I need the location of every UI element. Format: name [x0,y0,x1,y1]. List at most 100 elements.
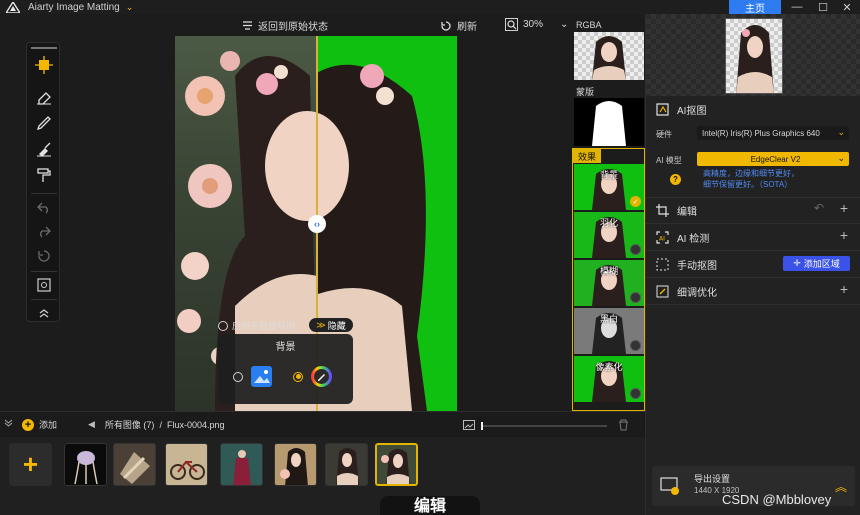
model-chevron-down-icon: ⌄ [837,153,845,163]
manual-select-icon [656,258,669,271]
refine-add-icon[interactable]: + [840,281,848,297]
reset-button[interactable]: 返回到原始状态 [242,18,328,33]
gallery-thumb[interactable] [325,443,368,486]
refresh-label: 刷新 [457,22,477,33]
effect-feather[interactable]: 羽化 [574,212,644,258]
app-logo-icon [6,1,20,13]
help-icon[interactable]: ? [670,174,681,185]
collapse-gallery-icon[interactable] [4,418,13,427]
rgba-thumbnail[interactable] [574,32,644,80]
effect-background[interactable]: 背景 ✓ [574,164,644,210]
batch-export-option[interactable]: 应用于批量导出 [218,319,295,332]
edit-section[interactable]: 编辑 [656,203,697,218]
edit-undo-icon[interactable]: ↶ [814,201,824,215]
brush-tool-icon[interactable] [34,113,54,133]
edit-add-icon[interactable]: + [840,200,848,216]
svg-text:AI: AI [659,236,665,243]
mask-thumbnail[interactable] [574,98,644,146]
result-thumbnail[interactable] [725,18,783,94]
zoom-chevron-icon[interactable]: ⌄ [560,19,568,30]
right-panel: AI抠图 硬件 Intel(R) Iris(R) Plus Graphics 6… [645,14,860,515]
refine-section[interactable]: 细调优化 [656,284,717,299]
model-description-line2: 细节保留更好。（SOTA） [703,180,793,189]
breadcrumb: ◀ 所有图像 (7) / Flux-0004.png [88,418,225,431]
hide-button[interactable]: ≫ 隐藏 [309,318,353,332]
gallery-thumb[interactable] [165,443,208,486]
effect-pixelate[interactable]: 像素化 [574,356,644,402]
effect-pixelate-radio[interactable] [630,388,641,399]
edit-label: 编辑 [677,207,697,218]
zoom-control[interactable]: 30% ⌄ [505,18,568,31]
result-preview-area [646,14,860,96]
breadcrumb-all-images[interactable]: 所有图像 (7) [105,418,155,431]
gallery-thumb[interactable] [220,443,263,486]
image-size-icon [463,420,475,430]
effect-bw-radio[interactable] [630,340,641,351]
edit-tab[interactable]: 编辑 [380,496,480,515]
refine-icon [656,285,669,298]
add-image-tile[interactable]: + [9,443,52,486]
eraser-tool-icon[interactable] [34,87,54,107]
compare-handle-icon[interactable]: ‹› [308,215,326,233]
reset-tool-icon[interactable] [34,246,54,266]
effect-feather-label: 羽化 [599,218,618,228]
add-region-button[interactable]: ✛ 添加区域 [783,256,850,271]
add-region-label: 添加区域 [803,259,840,269]
ai-matting-section: AI抠图 [656,102,706,117]
gallery-thumb[interactable] [274,443,317,486]
model-select[interactable]: EdgeClear V2 ⌄ [697,152,849,166]
add-image-button[interactable]: + 添加 [22,418,57,431]
effect-blur-radio[interactable] [630,292,641,303]
crop-icon [656,204,669,217]
app-title: Aiarty Image Matting [28,1,120,13]
redo-icon[interactable] [34,221,54,241]
fit-screen-icon[interactable] [34,275,54,295]
app-menu-chevron-icon[interactable]: ⌄ [126,2,134,13]
zoom-value: 30% [523,19,544,30]
maximize-icon[interactable]: ☐ [810,0,836,14]
gallery-thumb[interactable] [64,443,107,486]
undo-icon[interactable] [34,197,54,217]
background-image-radio[interactable] [233,371,243,382]
effect-background-check-icon[interactable]: ✓ [630,196,641,207]
home-button[interactable]: 主页 [729,0,781,15]
color-picker-icon[interactable] [311,366,332,387]
background-color-option[interactable] [293,366,332,387]
manual-matting-label: 手动抠图 [677,261,717,272]
thumbnail-size-slider[interactable] [481,422,607,430]
manual-matting-section[interactable]: 手动抠图 [656,257,717,272]
background-popup-title: 背景 [275,342,296,353]
collapse-toolbox-icon[interactable] [34,303,54,323]
close-icon[interactable]: ✕ [834,0,860,14]
background-image-option[interactable] [233,366,272,387]
model-label: AI 模型 [656,156,682,165]
ai-detect-add-icon[interactable]: + [840,227,848,243]
gallery-thumb[interactable] [113,443,156,486]
gallery-thumb-selected[interactable] [375,443,418,486]
effect-blur[interactable]: 模糊 [574,260,644,306]
smart-brush-tool-icon[interactable] [34,139,54,159]
ai-matting-icon [656,103,669,116]
expand-up-icon[interactable]: ︽ [835,478,847,495]
back-arrow-icon[interactable]: ◀ [88,419,95,430]
effects-panel: 效果 背景 ✓ 羽化 模糊 黑白 像素化 [572,148,645,411]
effect-feather-radio[interactable] [630,244,641,255]
plus-icon: ✛ [793,258,801,268]
roller-tool-icon[interactable] [34,165,54,185]
move-tool-icon[interactable] [34,55,54,75]
effect-bw[interactable]: 黑白 [574,308,644,354]
minimize-icon[interactable]: — [784,0,810,14]
background-color-radio[interactable] [293,371,303,382]
hardware-select[interactable]: Intel(R) Iris(R) Plus Graphics 640 ⌄ [697,126,849,140]
trash-icon[interactable] [618,419,629,431]
ai-detect-icon: AI [656,231,669,244]
effects-label: 效果 [573,149,601,163]
refine-label: 细调优化 [677,288,717,299]
refresh-button[interactable]: 刷新 [440,18,477,33]
refresh-icon [441,20,451,31]
hide-label: 隐藏 [327,320,346,331]
slider-handle[interactable] [481,422,483,430]
image-picker-icon[interactable] [251,366,272,387]
batch-export-radio[interactable] [218,320,228,331]
ai-detect-section[interactable]: AI AI 检测 [656,230,709,245]
